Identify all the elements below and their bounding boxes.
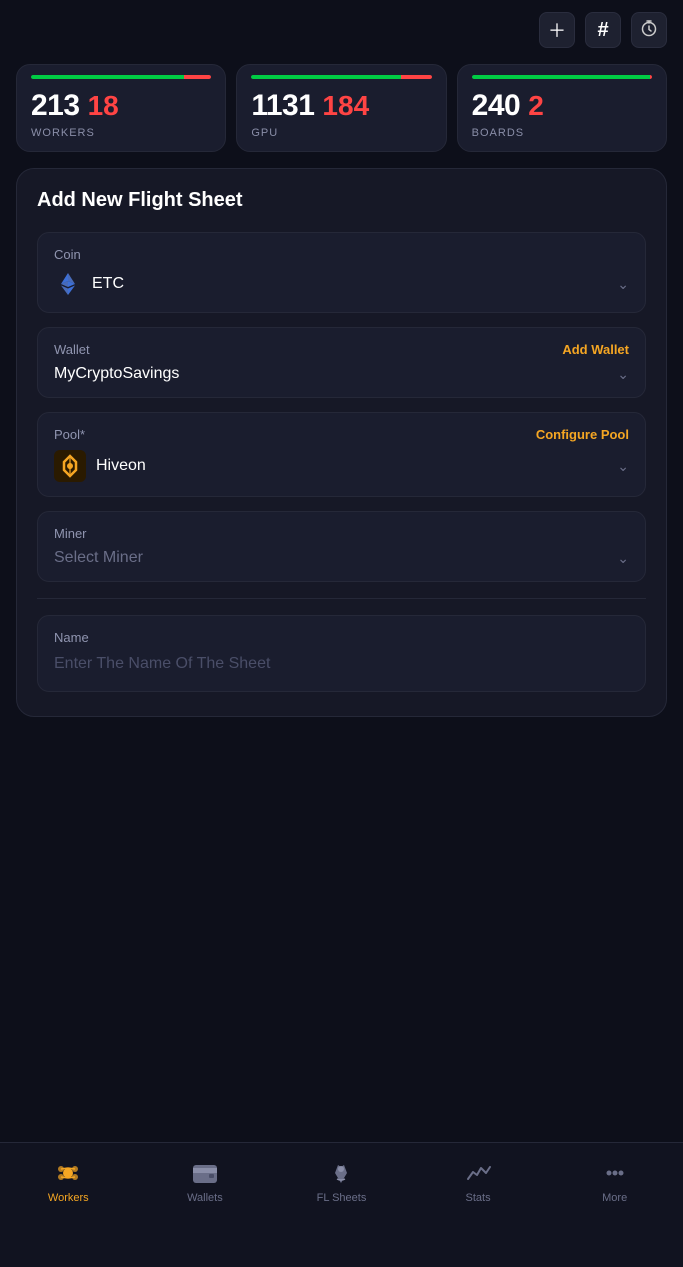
timer-icon <box>640 19 658 42</box>
more-nav-icon <box>601 1159 629 1187</box>
pool-header: Pool* Configure Pool <box>54 427 629 442</box>
wallet-value: MyCryptoSavings <box>54 365 179 383</box>
stats-nav-icon <box>464 1159 492 1187</box>
hash-icon: # <box>597 19 608 42</box>
coin-select[interactable]: ETC ⌄ <box>54 270 629 298</box>
nav-item-more[interactable]: More <box>546 1155 683 1204</box>
gpu-bar <box>251 75 431 79</box>
bottom-nav: Workers Wallets FL Sheets <box>0 1142 683 1267</box>
form-divider <box>37 598 646 599</box>
miner-chevron: ⌄ <box>617 550 629 567</box>
gpu-bar-fill <box>251 75 431 79</box>
add-button[interactable]: ＋ <box>539 12 575 48</box>
miner-header: Miner <box>54 526 629 541</box>
wallets-nav-label: Wallets <box>187 1192 223 1204</box>
nav-item-workers[interactable]: Workers <box>0 1155 137 1204</box>
wallets-nav-icon <box>191 1159 219 1187</box>
name-label: Name <box>54 630 629 645</box>
stats-nav-label: Stats <box>466 1192 491 1204</box>
flsheets-nav-label: FL Sheets <box>317 1192 367 1204</box>
timer-button[interactable] <box>631 12 667 48</box>
wallet-header: Wallet Add Wallet <box>54 342 629 357</box>
gpu-card[interactable]: 1131 184 GPU <box>236 64 446 152</box>
coin-label: Coin <box>54 247 81 262</box>
flsheets-nav-icon <box>327 1159 355 1187</box>
gpu-main: 1131 <box>251 89 314 123</box>
workers-alert: 18 <box>88 90 119 122</box>
gpu-label: GPU <box>251 127 431 139</box>
nav-item-stats[interactable]: Stats <box>410 1155 547 1204</box>
boards-bar-fill <box>472 75 652 79</box>
pool-chevron: ⌄ <box>617 458 629 475</box>
gpu-alert: 184 <box>322 90 369 122</box>
workers-card[interactable]: 213 18 WORKERS <box>16 64 226 152</box>
workers-label: WORKERS <box>31 127 211 139</box>
boards-bar <box>472 75 652 79</box>
pool-select[interactable]: Hiveon ⌄ <box>54 450 629 482</box>
miner-placeholder: Select Miner <box>54 549 143 567</box>
form-title: Add New Flight Sheet <box>37 189 646 212</box>
miner-label: Miner <box>54 526 87 541</box>
nav-item-wallets[interactable]: Wallets <box>137 1155 274 1204</box>
main-content: Add New Flight Sheet Coin ETC <box>0 168 683 717</box>
coin-chevron: ⌄ <box>617 276 629 293</box>
wallet-select[interactable]: MyCryptoSavings ⌄ <box>54 365 629 383</box>
wallet-chevron: ⌄ <box>617 366 629 383</box>
add-icon: ＋ <box>548 17 566 43</box>
miner-field[interactable]: Miner Select Miner ⌄ <box>37 511 646 582</box>
boards-card[interactable]: 240 2 BOARDS <box>457 64 667 152</box>
workers-nav-icon <box>54 1159 82 1187</box>
boards-main: 240 <box>472 89 521 123</box>
pool-value: Hiveon <box>96 457 146 475</box>
stats-row: 213 18 WORKERS 1131 184 GPU 240 2 BOARDS <box>0 56 683 168</box>
coin-field[interactable]: Coin ETC ⌄ <box>37 232 646 313</box>
hiveon-icon <box>54 450 86 482</box>
name-field[interactable]: Name Enter The Name Of The Sheet <box>37 615 646 692</box>
miner-select[interactable]: Select Miner ⌄ <box>54 549 629 567</box>
pool-field[interactable]: Pool* Configure Pool Hiveon ⌄ <box>37 412 646 497</box>
boards-alert: 2 <box>528 90 544 122</box>
coin-header: Coin <box>54 247 629 262</box>
workers-bar <box>31 75 211 79</box>
wallet-label: Wallet <box>54 342 90 357</box>
name-placeholder: Enter The Name Of The Sheet <box>54 655 629 673</box>
workers-nav-label: Workers <box>48 1192 89 1204</box>
workers-bar-fill <box>31 75 211 79</box>
configure-pool-button[interactable]: Configure Pool <box>536 427 629 442</box>
ethereum-icon <box>54 270 82 298</box>
hash-button[interactable]: # <box>585 12 621 48</box>
more-nav-label: More <box>602 1192 627 1204</box>
form-card: Add New Flight Sheet Coin ETC <box>16 168 667 717</box>
workers-main: 213 <box>31 89 80 123</box>
nav-item-flsheets[interactable]: FL Sheets <box>273 1155 410 1204</box>
add-wallet-button[interactable]: Add Wallet <box>562 342 629 357</box>
pool-label: Pool* <box>54 427 85 442</box>
boards-label: BOARDS <box>472 127 652 139</box>
top-bar: ＋ # <box>0 0 683 56</box>
wallet-field[interactable]: Wallet Add Wallet MyCryptoSavings ⌄ <box>37 327 646 398</box>
coin-value: ETC <box>92 275 124 293</box>
